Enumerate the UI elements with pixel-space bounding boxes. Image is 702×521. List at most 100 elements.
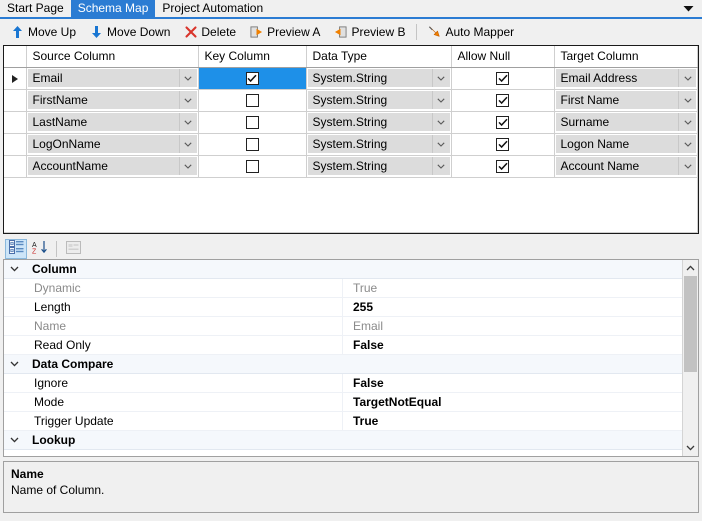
key-column-checkbox[interactable] xyxy=(245,116,259,130)
table-row[interactable]: AccountName System.String Account Name xyxy=(4,155,698,178)
table-row[interactable]: Email System.String Email Address xyxy=(4,67,698,90)
scrollbar-thumb[interactable] xyxy=(684,276,697,372)
cell-data-type[interactable]: System.String xyxy=(306,89,452,112)
cell-data-type[interactable]: System.String xyxy=(306,67,452,90)
chevron-down-icon[interactable] xyxy=(178,69,197,87)
row-selector[interactable] xyxy=(4,67,27,90)
column-header-data-type[interactable]: Data Type xyxy=(306,46,452,68)
alphabetical-sort-button[interactable]: A Z xyxy=(29,239,51,259)
chevron-down-icon[interactable] xyxy=(178,157,197,175)
preview-a-button[interactable]: Preview A xyxy=(243,20,327,44)
data-type-combo[interactable]: System.String xyxy=(306,156,451,176)
chevron-down-icon[interactable] xyxy=(678,69,696,87)
chevron-down-icon[interactable] xyxy=(431,91,450,109)
target-column-combo[interactable]: Account Name xyxy=(554,156,697,176)
preview-b-button[interactable]: Preview B xyxy=(327,20,412,44)
chevron-down-icon[interactable] xyxy=(431,69,450,87)
property-category-lookup[interactable]: Lookup xyxy=(4,431,682,450)
key-column-checkbox[interactable] xyxy=(245,160,259,174)
collapse-chevron-icon[interactable] xyxy=(4,437,24,443)
chevron-down-icon[interactable] xyxy=(431,135,450,153)
target-column-combo[interactable]: Surname xyxy=(554,112,697,132)
cell-allow-null[interactable] xyxy=(451,133,555,156)
key-column-checkbox[interactable] xyxy=(245,72,259,86)
chevron-down-icon[interactable] xyxy=(678,91,696,109)
cell-key-column[interactable] xyxy=(198,133,307,156)
property-pages-button[interactable] xyxy=(62,239,84,259)
collapse-chevron-icon[interactable] xyxy=(4,266,24,272)
source-column-combo[interactable]: FirstName xyxy=(26,90,198,110)
key-column-checkbox[interactable] xyxy=(245,94,259,108)
target-column-combo[interactable]: Logon Name xyxy=(554,134,697,154)
key-column-checkbox[interactable] xyxy=(245,138,259,152)
cell-source-column[interactable]: FirstName xyxy=(26,89,199,112)
chevron-down-icon[interactable] xyxy=(678,157,696,175)
scroll-down-button[interactable] xyxy=(683,440,698,456)
cell-allow-null[interactable] xyxy=(451,111,555,134)
column-header-allow-null[interactable]: Allow Null xyxy=(451,46,555,68)
property-value[interactable]: False xyxy=(342,336,682,354)
allow-null-checkbox[interactable] xyxy=(496,138,509,152)
chevron-down-icon[interactable] xyxy=(178,135,197,153)
data-type-combo[interactable]: System.String xyxy=(306,112,451,132)
allow-null-checkbox[interactable] xyxy=(496,116,509,130)
cell-target-column[interactable]: First Name xyxy=(554,89,698,112)
source-column-combo[interactable]: LogOnName xyxy=(26,134,198,154)
chevron-down-icon[interactable] xyxy=(431,157,450,175)
cell-key-column[interactable] xyxy=(198,67,307,90)
data-type-combo[interactable]: System.String xyxy=(306,68,451,88)
property-value[interactable]: False xyxy=(342,374,682,392)
property-row-ignore[interactable]: Ignore False xyxy=(4,374,682,393)
chevron-down-icon[interactable] xyxy=(178,91,197,109)
table-row[interactable]: LogOnName System.String Logon Name xyxy=(4,133,698,156)
column-header-source-column[interactable]: Source Column xyxy=(26,46,199,68)
collapse-chevron-icon[interactable] xyxy=(4,361,24,367)
cell-target-column[interactable]: Email Address xyxy=(554,67,698,90)
target-column-combo[interactable]: First Name xyxy=(554,90,697,110)
allow-null-checkbox[interactable] xyxy=(496,160,509,174)
cell-target-column[interactable]: Logon Name xyxy=(554,133,698,156)
cell-allow-null[interactable] xyxy=(451,89,555,112)
property-row-read-only[interactable]: Read Only False xyxy=(4,336,682,355)
cell-data-type[interactable]: System.String xyxy=(306,133,452,156)
cell-allow-null[interactable] xyxy=(451,155,555,178)
property-value[interactable]: True xyxy=(342,412,682,430)
source-column-combo[interactable]: Email xyxy=(26,68,198,88)
property-value[interactable]: TargetNotEqual xyxy=(342,393,682,411)
property-category-data-compare[interactable]: Data Compare xyxy=(4,355,682,374)
move-down-button[interactable]: Move Down xyxy=(83,20,177,44)
allow-null-checkbox[interactable] xyxy=(496,94,509,108)
categorized-button[interactable] xyxy=(5,238,27,259)
cell-data-type[interactable]: System.String xyxy=(306,111,452,134)
property-value[interactable]: 255 xyxy=(342,298,682,316)
tab-start-page[interactable]: Start Page xyxy=(0,0,71,17)
row-selector[interactable] xyxy=(4,111,27,134)
table-row[interactable]: LastName System.String Surname xyxy=(4,111,698,134)
cell-source-column[interactable]: Email xyxy=(26,67,199,90)
chevron-down-icon[interactable] xyxy=(431,113,450,131)
move-up-button[interactable]: Move Up xyxy=(4,20,83,44)
table-row[interactable]: FirstName System.String First Name xyxy=(4,89,698,112)
cell-key-column[interactable] xyxy=(198,89,307,112)
cell-key-column[interactable] xyxy=(198,111,307,134)
column-header-target-column[interactable]: Target Column xyxy=(554,46,698,68)
property-row-length[interactable]: Length 255 xyxy=(4,298,682,317)
row-selector[interactable] xyxy=(4,155,27,178)
chevron-down-icon[interactable] xyxy=(178,113,197,131)
row-selector[interactable] xyxy=(4,133,27,156)
column-header-key-column[interactable]: Key Column xyxy=(198,46,307,68)
tab-project-automation[interactable]: Project Automation xyxy=(155,0,271,17)
cell-source-column[interactable]: LogOnName xyxy=(26,133,199,156)
row-selector[interactable] xyxy=(4,89,27,112)
delete-button[interactable]: Delete xyxy=(177,20,243,44)
auto-mapper-button[interactable]: Auto Mapper xyxy=(421,20,521,44)
schema-map-grid[interactable]: Source Column Key Column Data Type Allow… xyxy=(3,45,699,234)
property-category-column[interactable]: Column xyxy=(4,260,682,279)
chevron-down-icon[interactable] xyxy=(678,113,696,131)
property-row-name[interactable]: Name Email xyxy=(4,317,682,336)
chevron-down-icon[interactable] xyxy=(678,135,696,153)
scroll-up-button[interactable] xyxy=(683,260,698,276)
target-column-combo[interactable]: Email Address xyxy=(554,68,697,88)
cell-target-column[interactable]: Account Name xyxy=(554,155,698,178)
cell-source-column[interactable]: AccountName xyxy=(26,155,199,178)
